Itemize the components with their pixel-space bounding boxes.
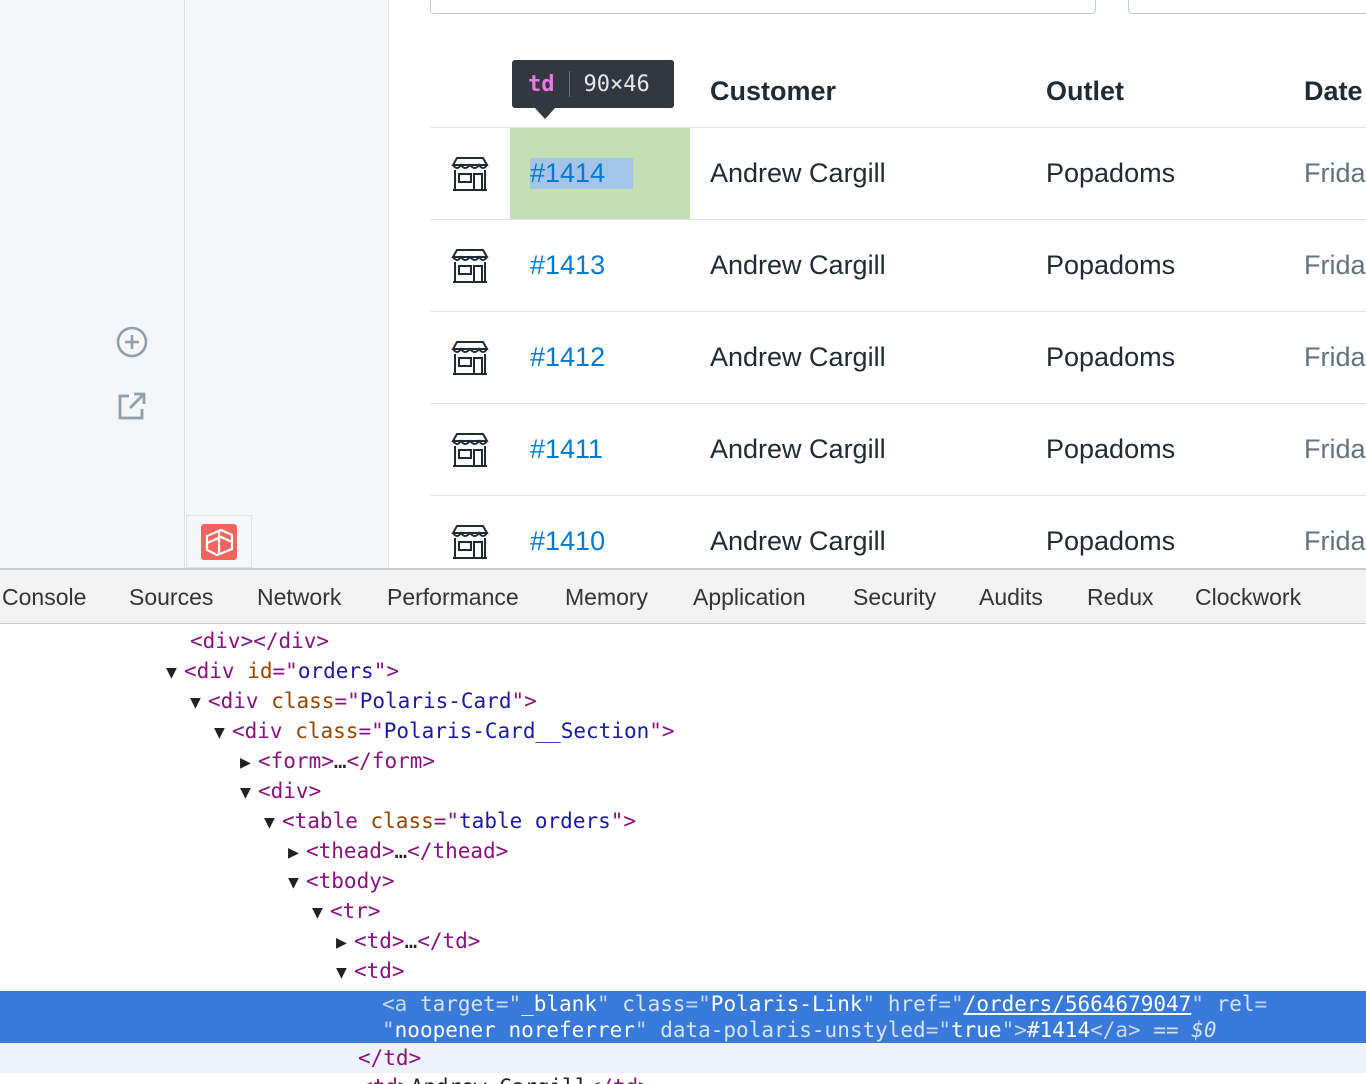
- order-number-cell: #1411: [510, 404, 690, 495]
- dom-node-table[interactable]: ▼ <table class="table orders">: [264, 806, 636, 836]
- dom-node-td-close[interactable]: </td>: [0, 1043, 1366, 1073]
- order-link[interactable]: #1410: [530, 526, 605, 557]
- expand-triangle-icon[interactable]: ▼: [312, 898, 330, 928]
- dom-node-polaris-card[interactable]: ▼ <div class="Polaris-Card">: [190, 686, 537, 716]
- column-header-outlet[interactable]: Outlet: [1046, 76, 1124, 107]
- dom-node-td-expanded[interactable]: ▼ <td>: [336, 956, 405, 986]
- tab-application[interactable]: Application: [693, 570, 806, 624]
- left-rail: [0, 0, 185, 568]
- table-row[interactable]: #1414 Andrew Cargill Popadoms Frida: [430, 128, 1366, 220]
- dom-node-card-section[interactable]: ▼ <div class="Polaris-Card__Section">: [214, 716, 675, 746]
- outlet-cell: Popadoms: [1046, 158, 1176, 188]
- storefront-icon: [450, 312, 490, 403]
- dom-node-td-collapsed[interactable]: ▶ <td>…</td>: [336, 926, 480, 956]
- orders-table: Customer Outlet Date #1414 Andrew Cargill…: [430, 36, 1366, 568]
- date-cell: Frida: [1304, 526, 1366, 556]
- order-link[interactable]: #1414: [530, 158, 634, 189]
- dom-node-tr[interactable]: ▼ <tr>: [312, 896, 381, 926]
- outlet-cell: Popadoms: [1046, 526, 1176, 556]
- expand-triangle-icon[interactable]: ▼: [214, 718, 232, 748]
- date-cell: Frida: [1304, 250, 1366, 280]
- table-row[interactable]: #1410 Andrew Cargill Popadoms Frida: [430, 496, 1366, 568]
- tab-sources[interactable]: Sources: [129, 570, 213, 624]
- devtools-tab-bar: Console Sources Network Performance Memo…: [0, 568, 1366, 624]
- filter-select[interactable]: [1128, 0, 1366, 14]
- tab-audits[interactable]: Audits: [979, 570, 1043, 624]
- tooltip-separator: [568, 71, 570, 97]
- add-circle-icon[interactable]: [113, 323, 151, 361]
- tab-memory[interactable]: Memory: [565, 570, 648, 624]
- tab-security[interactable]: Security: [853, 570, 936, 624]
- tooltip-arrow: [534, 107, 556, 119]
- storefront-icon: [450, 496, 490, 568]
- collapse-triangle-icon[interactable]: ▶: [336, 928, 354, 958]
- date-cell: Frida: [1304, 158, 1366, 188]
- selected-node-line-2: "noopener noreferrer" data-polaris-unsty…: [382, 1018, 1217, 1042]
- dom-node-div-empty[interactable]: <div></div>: [190, 626, 329, 656]
- outlet-cell: Popadoms: [1046, 434, 1176, 464]
- selected-dom-node[interactable]: <a target="_blank" class="Polaris-Link" …: [0, 991, 1366, 1043]
- table-row[interactable]: #1411 Andrew Cargill Popadoms Frida: [430, 404, 1366, 496]
- column-header-date[interactable]: Date: [1304, 76, 1363, 107]
- expand-triangle-icon[interactable]: ▼: [190, 688, 208, 718]
- date-cell: Frida: [1304, 434, 1366, 464]
- search-input[interactable]: [430, 0, 1096, 14]
- dom-node-thead[interactable]: ▶ <thead>…</thead>: [288, 836, 508, 866]
- expand-triangle-icon[interactable]: ▼: [264, 808, 282, 838]
- elements-tree: <div></div> ▼ <div id="orders"> ▼ <div cla…: [0, 624, 1366, 1084]
- dom-node-tbody[interactable]: ▼ <tbody>: [288, 866, 395, 896]
- outlet-cell: Popadoms: [1046, 342, 1176, 372]
- secondary-panel: [186, 0, 389, 568]
- expand-triangle-icon[interactable]: ▼: [288, 868, 306, 898]
- customer-cell: Andrew Cargill: [710, 434, 886, 464]
- storefront-icon: [450, 404, 490, 495]
- order-link[interactable]: #1412: [530, 342, 605, 373]
- laravel-debug-button[interactable]: [186, 515, 252, 568]
- tooltip-dimensions: 90×46: [583, 71, 650, 97]
- table-row[interactable]: #1413 Andrew Cargill Popadoms Frida: [430, 220, 1366, 312]
- tab-performance[interactable]: Performance: [387, 570, 519, 624]
- expand-triangle-icon[interactable]: ▼: [336, 958, 354, 988]
- storefront-icon: [450, 220, 490, 311]
- expand-triangle-icon[interactable]: ▼: [240, 778, 258, 808]
- outlet-cell: Popadoms: [1046, 250, 1176, 280]
- collapse-triangle-icon[interactable]: ▶: [240, 748, 258, 778]
- dom-node-td-customer[interactable]: <td>Andrew Cargill</td>: [360, 1072, 651, 1084]
- page-viewport: Customer Outlet Date #1414 Andrew Cargill…: [0, 0, 1366, 568]
- tab-redux[interactable]: Redux: [1087, 570, 1153, 624]
- storefront-icon: [450, 128, 490, 219]
- dom-node-div[interactable]: ▼ <div>: [240, 776, 321, 806]
- dom-node-orders[interactable]: ▼ <div id="orders">: [166, 656, 399, 686]
- tab-clockwork[interactable]: Clockwork: [1195, 570, 1301, 624]
- order-link[interactable]: #1411: [530, 434, 603, 465]
- customer-cell: Andrew Cargill: [710, 342, 886, 372]
- order-number-cell: #1414: [510, 128, 690, 219]
- table-body: #1414 Andrew Cargill Popadoms Frida #1413 And…: [430, 128, 1366, 568]
- table-row[interactable]: #1412 Andrew Cargill Popadoms Frida: [430, 312, 1366, 404]
- customer-cell: Andrew Cargill: [710, 526, 886, 556]
- external-link-icon[interactable]: [113, 387, 151, 425]
- order-number-cell: #1410: [510, 496, 690, 568]
- order-number-cell: #1412: [510, 312, 690, 403]
- customer-cell: Andrew Cargill: [710, 158, 886, 188]
- customer-cell: Andrew Cargill: [710, 250, 886, 280]
- expand-triangle-icon[interactable]: ▼: [166, 658, 184, 688]
- devtools-panel: Console Sources Network Performance Memo…: [0, 568, 1366, 1084]
- tooltip-tag-name: td: [528, 71, 555, 97]
- selected-node-line-1: <a target="_blank" class="Polaris-Link" …: [382, 992, 1268, 1016]
- order-number-cell: #1413: [510, 220, 690, 311]
- tab-console[interactable]: Console: [2, 570, 86, 624]
- laravel-logo: [201, 523, 237, 560]
- href-link[interactable]: /orders/5664679047: [964, 992, 1192, 1016]
- order-link[interactable]: #1413: [530, 250, 605, 281]
- tab-network[interactable]: Network: [257, 570, 341, 624]
- dom-node-form[interactable]: ▶ <form>…</form>: [240, 746, 435, 776]
- collapse-triangle-icon[interactable]: ▶: [288, 838, 306, 868]
- column-header-customer[interactable]: Customer: [710, 76, 836, 107]
- date-cell: Frida: [1304, 342, 1366, 372]
- element-inspector-tooltip: td 90×46: [512, 60, 674, 108]
